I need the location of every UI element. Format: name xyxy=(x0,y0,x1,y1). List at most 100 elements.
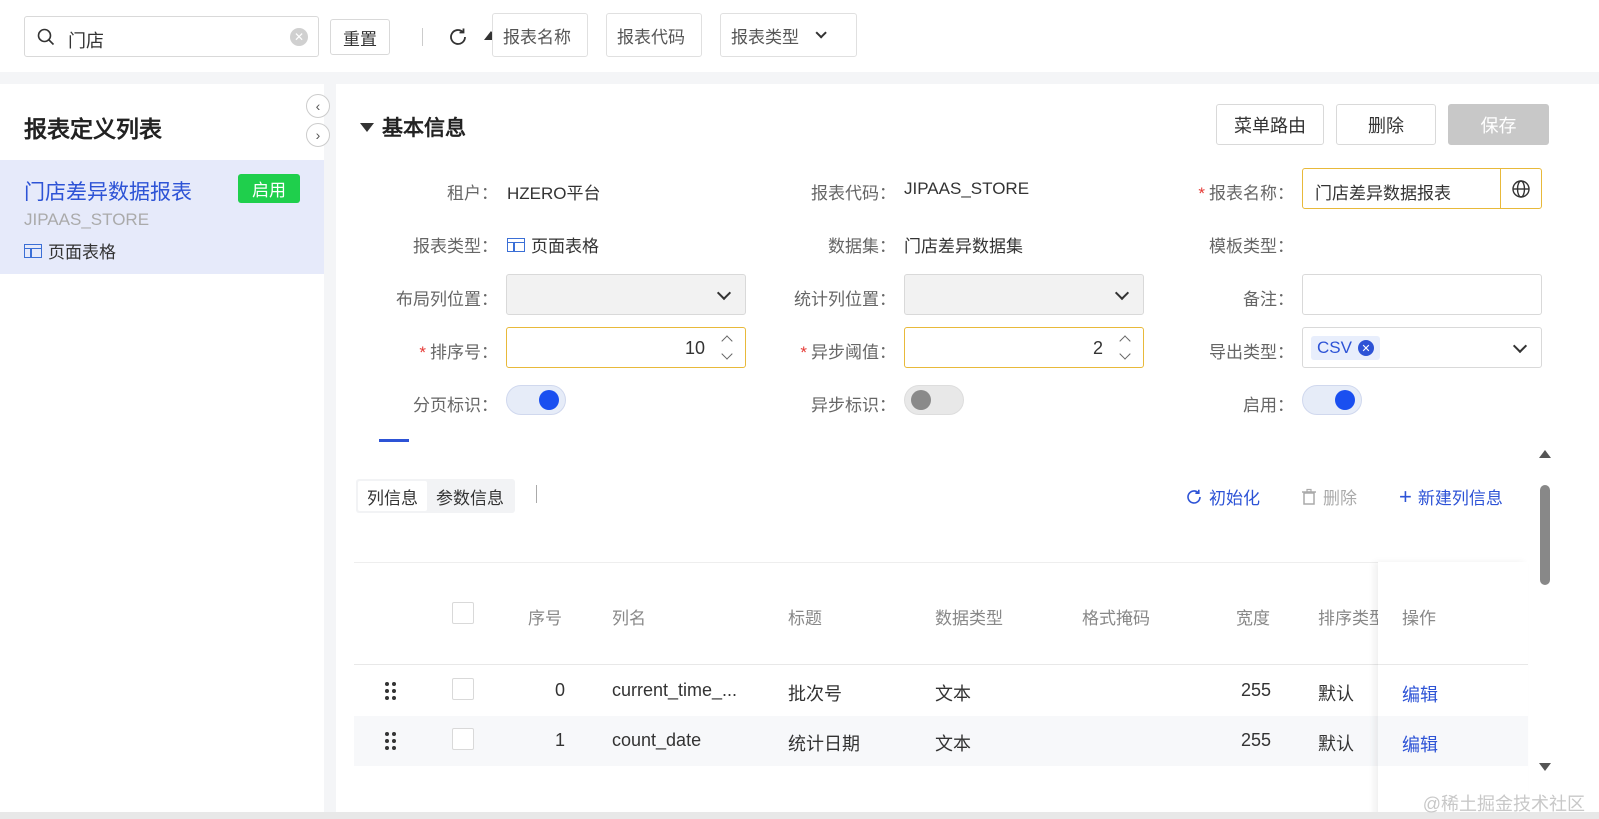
column-header-seq[interactable]: 序号 xyxy=(528,604,562,629)
edit-link[interactable]: 编辑 xyxy=(1402,731,1438,757)
init-label: 初始化 xyxy=(1209,489,1260,508)
report-name-input[interactable]: 门店差异数据报表 xyxy=(1302,168,1542,209)
async-threshold-label: * 异步阈值： xyxy=(746,338,896,363)
cell-sort-type: 默认 xyxy=(1318,734,1354,754)
report-code-label: 报表代码： xyxy=(811,184,896,203)
globe-icon[interactable] xyxy=(1500,169,1541,208)
stat-col-label: 统计列位置： xyxy=(794,290,896,309)
report-type-text: 页面表格 xyxy=(531,237,599,256)
tab-column-info[interactable]: 列信息 xyxy=(358,481,427,511)
scrollbar-thumb[interactable] xyxy=(1540,485,1550,585)
section-title: 基本信息 xyxy=(382,117,466,140)
cell-width: 255 xyxy=(1240,680,1271,700)
new-column-label: 新建列信息 xyxy=(1417,489,1503,508)
delete-column-button[interactable]: 删除 xyxy=(1301,484,1357,509)
plus-icon: + xyxy=(1399,484,1412,509)
column-header-format-mask[interactable]: 格式掩码 xyxy=(1082,604,1150,629)
cell-seq: 1 xyxy=(554,730,565,750)
chevron-up-icon[interactable] xyxy=(1119,335,1131,347)
report-detail-panel: 基本信息 菜单路由 删除 保存 租户： HZERO平台 报表代码： JIPAAS… xyxy=(336,84,1599,819)
delete-button[interactable]: 删除 xyxy=(1336,104,1436,145)
chevron-up-icon[interactable] xyxy=(721,335,733,347)
column-header-name[interactable]: 列名 xyxy=(612,604,646,629)
drag-handle-icon[interactable] xyxy=(384,732,398,752)
row-background xyxy=(1378,716,1528,766)
required-mark: * xyxy=(800,343,807,362)
divider xyxy=(354,562,1526,563)
section-header[interactable]: 基本信息 xyxy=(360,112,466,142)
divider xyxy=(536,485,537,503)
tab-param-info[interactable]: 参数信息 xyxy=(427,481,513,511)
report-item-type: 页面表格 xyxy=(24,238,116,263)
chevron-down-icon xyxy=(716,285,732,301)
export-type-label: 导出类型： xyxy=(1209,343,1294,362)
refresh-icon[interactable] xyxy=(447,26,469,48)
scroll-up-icon[interactable] xyxy=(1539,450,1551,458)
reset-button[interactable]: 重置 xyxy=(330,19,390,55)
column-header-width[interactable]: 宽度 xyxy=(1236,604,1270,629)
async-threshold-stepper[interactable]: 2 xyxy=(904,327,1144,368)
filter-report-type[interactable]: 报表类型 xyxy=(720,13,857,57)
column-header-sort-type[interactable]: 排序类型 xyxy=(1318,604,1378,629)
select-all-checkbox[interactable] xyxy=(452,602,474,624)
async-switch[interactable] xyxy=(904,385,964,415)
cell-name: count_date xyxy=(612,730,702,750)
operation-column: 操作 编辑 编辑 xyxy=(1378,562,1528,819)
export-type-select[interactable]: CSV ✕ xyxy=(1302,327,1542,368)
new-column-button[interactable]: + 新建列信息 xyxy=(1399,484,1503,509)
cell-title: 批次号 xyxy=(788,684,842,704)
report-name-value: 门店差异数据报表 xyxy=(1315,184,1451,203)
cell-data-type: 文本 xyxy=(935,734,971,754)
chevron-left-icon[interactable]: ‹ xyxy=(306,94,330,118)
export-type-tag-label: CSV xyxy=(1317,338,1352,357)
template-type-label: 模板类型： xyxy=(1209,237,1294,256)
column-header-title[interactable]: 标题 xyxy=(788,604,822,629)
caret-down-icon xyxy=(360,122,374,132)
search-value: 门店 xyxy=(68,31,104,51)
chevron-down-icon[interactable] xyxy=(1119,348,1131,360)
scroll-down-icon[interactable] xyxy=(1539,763,1551,771)
report-name-label-text: 报表名称： xyxy=(1209,184,1294,203)
layout-col-select[interactable] xyxy=(506,274,746,315)
switch-knob xyxy=(539,390,559,410)
async-threshold-value: 2 xyxy=(1092,338,1103,358)
filter-report-code[interactable]: 报表代码 xyxy=(606,13,702,57)
filter-report-type-label: 报表类型 xyxy=(731,27,799,47)
report-list-item[interactable]: 门店差异数据报表 启用 JIPAAS_STORE 页面表格 xyxy=(0,160,324,274)
close-icon[interactable]: ✕ xyxy=(1357,340,1374,356)
chevron-down-icon xyxy=(1114,285,1130,301)
clear-icon[interactable]: ✕ xyxy=(290,28,308,46)
report-code-value: JIPAAS_STORE xyxy=(904,179,1030,198)
dataset-value: 门店差异数据集 xyxy=(904,237,1023,256)
stat-col-select[interactable] xyxy=(904,274,1144,315)
menu-route-button[interactable]: 菜单路由 xyxy=(1216,104,1324,145)
edit-link[interactable]: 编辑 xyxy=(1402,681,1438,707)
enabled-switch[interactable] xyxy=(1302,385,1362,415)
search-input[interactable]: 门店 ✕ xyxy=(24,16,319,57)
switch-knob xyxy=(911,390,931,410)
tab-bar: 列信息 参数信息 xyxy=(356,479,515,513)
dataset-label: 数据集： xyxy=(828,237,896,256)
row-checkbox[interactable] xyxy=(452,678,474,700)
cell-sort-type: 默认 xyxy=(1318,684,1354,704)
cell-name: current_time_... xyxy=(612,680,738,700)
order-value: 10 xyxy=(684,338,705,358)
report-name-label: * 报表名称： xyxy=(1144,179,1294,204)
save-button[interactable]: 保存 xyxy=(1448,104,1549,145)
init-button[interactable]: 初始化 xyxy=(1185,484,1260,509)
paging-switch[interactable] xyxy=(506,385,566,415)
drag-handle-icon[interactable] xyxy=(384,682,398,702)
cell-title: 统计日期 xyxy=(788,734,860,754)
refresh-icon xyxy=(1187,489,1201,504)
remark-input[interactable] xyxy=(1302,274,1542,315)
chevron-right-icon[interactable]: › xyxy=(306,123,330,147)
chevron-down-icon[interactable] xyxy=(721,348,733,360)
report-item-code: JIPAAS_STORE xyxy=(24,210,150,229)
filter-report-name[interactable]: 报表名称 xyxy=(492,13,588,57)
watermark: @稀土掘金技术社区 xyxy=(1422,794,1585,814)
row-checkbox[interactable] xyxy=(452,728,474,750)
column-header-data-type[interactable]: 数据类型 xyxy=(935,604,1003,629)
cell-width: 255 xyxy=(1240,730,1271,750)
bottom-bar xyxy=(0,812,1599,819)
order-stepper[interactable]: 10 xyxy=(506,327,746,368)
